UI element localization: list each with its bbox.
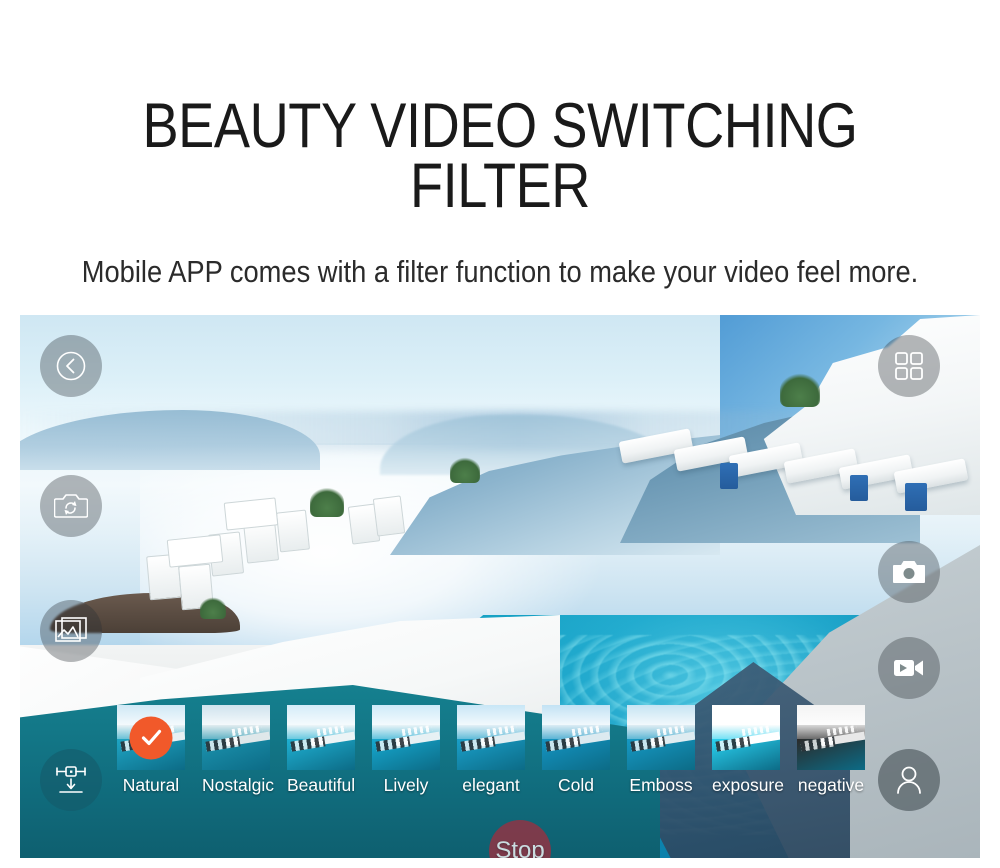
record-video-button[interactable]	[878, 637, 940, 699]
camera-switch-button[interactable]	[40, 475, 102, 537]
filter-thumbnail[interactable]	[457, 705, 525, 770]
filter-selected-check	[129, 716, 173, 759]
filter-thumbnail[interactable]	[372, 705, 440, 770]
filter-carousel[interactable]: Natural Nostalgic Beautiful Lively elegant Co…	[117, 705, 907, 805]
back-button[interactable]	[40, 335, 102, 397]
scene-table	[223, 497, 279, 531]
filter-thumbnail[interactable]	[117, 705, 185, 770]
grid-apps-icon	[895, 352, 923, 380]
scene-chair	[275, 509, 311, 553]
filter-thumbnail[interactable]	[712, 705, 780, 770]
filter-item[interactable]: Natural	[117, 705, 185, 796]
filter-thumbnail[interactable]	[627, 705, 695, 770]
scene-plant	[780, 373, 820, 407]
filter-thumbnail[interactable]	[202, 705, 270, 770]
gallery-button[interactable]	[40, 600, 102, 662]
filter-label: Lively	[383, 775, 429, 795]
filter-label: Natural	[122, 775, 180, 795]
camera-switch-icon	[54, 494, 88, 518]
filter-item[interactable]: Cold	[542, 705, 610, 796]
filter-label: elegant	[462, 775, 520, 795]
back-icon	[56, 351, 86, 381]
scene-blue-box	[720, 463, 738, 489]
scene-plant	[310, 487, 344, 517]
filter-label: Nostalgic	[202, 775, 274, 795]
photo-camera-icon	[893, 561, 925, 583]
filter-label: Beautiful	[287, 775, 356, 795]
filter-label: negative	[797, 775, 865, 795]
filter-item[interactable]: Nostalgic	[202, 705, 274, 796]
camera-viewfinder[interactable]: Natural Nostalgic Beautiful Lively elegant Co…	[20, 315, 980, 858]
gallery-icon	[55, 617, 87, 642]
scene-blue-box	[905, 483, 927, 511]
check-icon	[141, 729, 161, 746]
filter-label: Cold	[558, 775, 594, 795]
scene-plant	[200, 597, 226, 619]
video-camera-icon	[894, 660, 923, 676]
filter-item[interactable]: exposure	[712, 705, 784, 796]
apps-grid-button[interactable]	[878, 335, 940, 397]
filter-label: exposure	[712, 775, 784, 795]
drone-land-button[interactable]	[40, 749, 102, 811]
filter-item[interactable]: Lively	[372, 705, 440, 796]
filter-thumbnail[interactable]	[797, 705, 865, 770]
scene-table	[166, 534, 224, 568]
page-header: BEAUTY VIDEO SWITCHING FILTER Mobile APP…	[0, 0, 1000, 290]
drone-land-icon	[56, 766, 86, 793]
stop-button-label: Stop	[495, 837, 545, 858]
filter-thumbnail[interactable]	[542, 705, 610, 770]
filter-item[interactable]: Emboss	[627, 705, 695, 796]
take-photo-button[interactable]	[878, 541, 940, 603]
filter-item[interactable]: negative	[797, 705, 865, 796]
filter-thumbnail[interactable]	[287, 705, 355, 770]
scene-plant	[450, 457, 480, 483]
page-title: BEAUTY VIDEO SWITCHING FILTER	[142, 91, 858, 221]
scene-chair	[372, 495, 406, 537]
filter-item[interactable]: Beautiful	[287, 705, 355, 796]
filter-item[interactable]: elegant	[457, 705, 525, 796]
filter-label: Emboss	[629, 775, 693, 795]
page-subtitle: Mobile APP comes with a filter function …	[81, 254, 919, 289]
scene-blue-box	[850, 475, 868, 501]
